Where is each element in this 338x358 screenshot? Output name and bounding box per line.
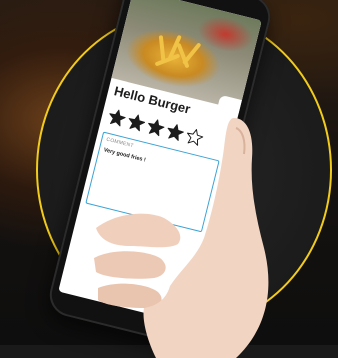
fries-image (181, 42, 202, 65)
hand-image (94, 118, 269, 358)
fries-image (158, 35, 166, 62)
fries-image (154, 53, 181, 67)
